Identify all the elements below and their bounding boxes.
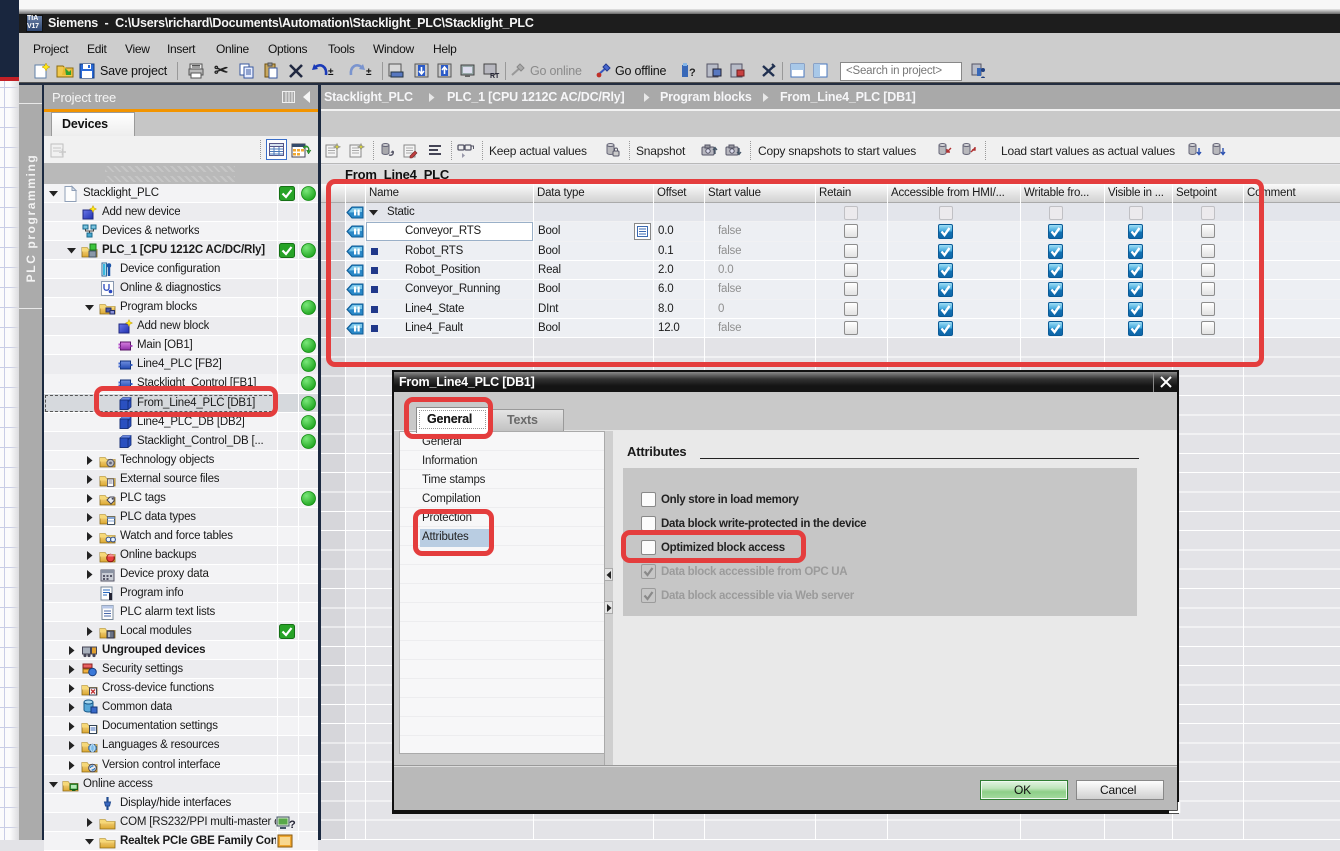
svg-text:?: ? [689, 67, 696, 79]
svg-text:?: ? [289, 819, 296, 831]
svg-text:RT: RT [490, 73, 500, 80]
